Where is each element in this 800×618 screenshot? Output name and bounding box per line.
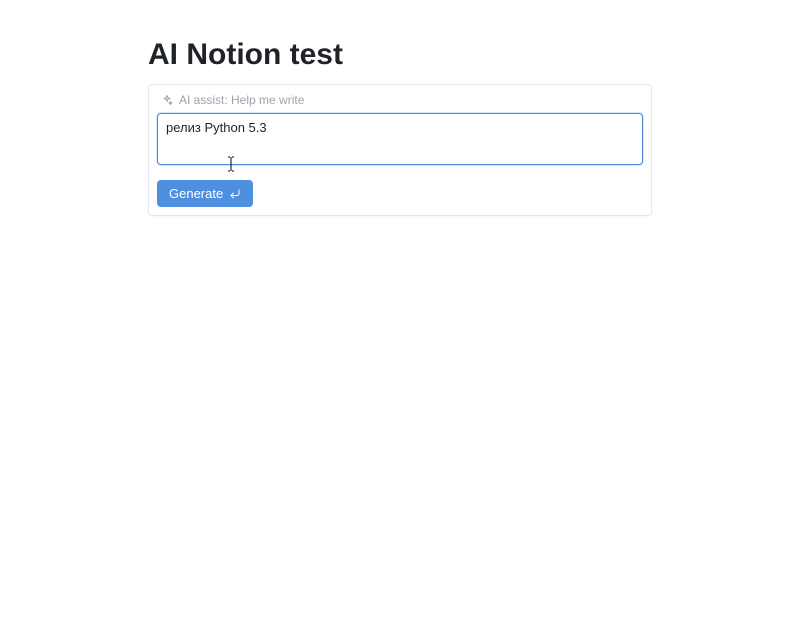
assist-label: AI assist: Help me write	[179, 93, 304, 107]
page-title: AI Notion test	[0, 0, 800, 84]
sparkle-icon	[161, 94, 173, 106]
actions-row: Generate	[157, 180, 643, 207]
generate-button[interactable]: Generate	[157, 180, 253, 207]
prompt-input[interactable]	[157, 113, 643, 165]
generate-button-label: Generate	[169, 186, 223, 201]
ai-assist-card: AI assist: Help me write Generate	[148, 84, 652, 216]
assist-row: AI assist: Help me write	[157, 93, 643, 113]
enter-icon	[229, 188, 241, 200]
